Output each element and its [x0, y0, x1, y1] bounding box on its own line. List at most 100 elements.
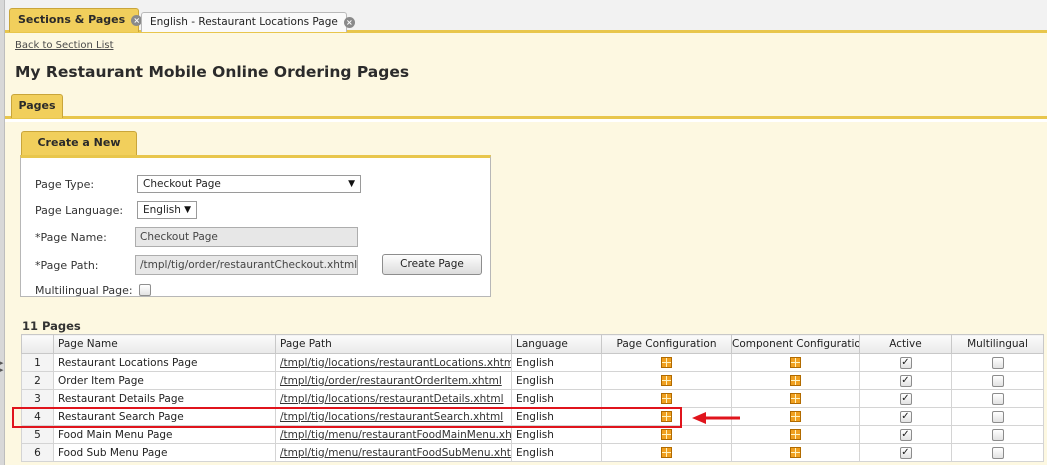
col-header-page-name[interactable]: Page Name — [53, 334, 276, 354]
component-config-icon[interactable] — [790, 357, 801, 368]
component-config-icon[interactable] — [790, 375, 801, 386]
col-header-page-path[interactable]: Page Path — [275, 334, 512, 354]
multilingual-checkbox[interactable] — [991, 410, 1004, 423]
pages-count: 11 Pages — [22, 319, 81, 333]
page-type-label: Page Type: — [35, 178, 95, 191]
active-cell: ✓ — [859, 389, 952, 408]
language-cell: English — [511, 371, 602, 390]
col-header-language[interactable]: Language — [511, 334, 602, 354]
create-page-button[interactable]: Create Page — [382, 254, 482, 275]
table-row[interactable]: 6 Food Sub Menu Page/tmpl/tig/menu/restau… — [21, 443, 1044, 462]
active-checkbox[interactable]: ✓ — [899, 374, 912, 387]
page-path-link[interactable]: /tmpl/tig/locations/restaurantDetails.xh… — [275, 389, 512, 408]
component-configuration-cell — [731, 443, 860, 462]
col-header-number — [21, 334, 54, 354]
page-path-link[interactable]: /tmpl/tig/order/restaurantOrderItem.xhtm… — [275, 371, 512, 390]
component-config-icon[interactable] — [790, 429, 801, 440]
multilingual-checkbox[interactable] — [991, 428, 1004, 441]
page-type-value: Checkout Page — [143, 178, 221, 190]
table-row[interactable]: 3 Restaurant Details Page/tmpl/tig/locati… — [21, 389, 1044, 408]
top-tab-bar: Sections & Pages × English - Restaurant L… — [5, 0, 1047, 33]
red-arrow-icon — [692, 412, 740, 424]
language-cell: English — [511, 425, 602, 444]
page-name-field[interactable]: Checkout Page — [135, 227, 358, 247]
page-language-value: English — [143, 204, 181, 216]
page-path-field[interactable]: /tmpl/tig/order/restaurantCheckout.xhtml — [135, 255, 358, 275]
page-configuration-cell — [601, 425, 732, 444]
component-config-icon[interactable] — [790, 411, 801, 422]
language-cell: English — [511, 353, 602, 372]
component-configuration-cell — [731, 407, 860, 426]
page-type-select[interactable]: Checkout Page ▼ — [137, 175, 361, 193]
page-config-icon[interactable] — [661, 447, 672, 458]
multilingual-cell — [951, 371, 1044, 390]
active-cell: ✓ — [859, 353, 952, 372]
component-config-icon[interactable] — [790, 393, 801, 404]
multilingual-page-checkbox[interactable] — [139, 284, 151, 296]
page-configuration-cell — [601, 389, 732, 408]
page-path-link[interactable]: /tmpl/tig/locations/restaurantLocations.… — [275, 353, 512, 372]
row-number: 5 — [21, 425, 54, 444]
multilingual-page-label: Multilingual Page: — [35, 284, 133, 297]
page-path-link[interactable]: /tmpl/tig/menu/restaurantFoodSubMenu.xht… — [275, 443, 512, 462]
page-name-cell: Food Main Menu Page — [53, 425, 276, 444]
col-header-multilingual[interactable]: Multilingual — [951, 334, 1044, 354]
page-path-label: *Page Path: — [35, 259, 99, 272]
row-number: 1 — [21, 353, 54, 372]
active-checkbox[interactable]: ✓ — [899, 428, 912, 441]
component-config-icon[interactable] — [790, 447, 801, 458]
tab-sections-pages[interactable]: Sections & Pages × — [9, 8, 143, 32]
active-cell: ✓ — [859, 443, 952, 462]
page-path-link[interactable]: /tmpl/tig/menu/restaurantFoodMainMenu.xh… — [275, 425, 512, 444]
active-checkbox[interactable]: ✓ — [899, 410, 912, 423]
page-name-cell: Restaurant Locations Page — [53, 353, 276, 372]
page-language-select[interactable]: English ▼ — [137, 201, 197, 219]
component-configuration-cell — [731, 353, 860, 372]
multilingual-checkbox[interactable] — [991, 392, 1004, 405]
page-name-cell: Restaurant Details Page — [53, 389, 276, 408]
tab-create-new-page[interactable]: Create a New Page — [21, 131, 137, 171]
multilingual-checkbox[interactable] — [991, 446, 1004, 459]
pages-tab-strip: Pages — [5, 94, 1047, 119]
page-config-icon[interactable] — [661, 429, 672, 440]
multilingual-cell — [951, 443, 1044, 462]
col-header-active[interactable]: Active — [859, 334, 952, 354]
page-config-icon[interactable] — [661, 357, 672, 368]
multilingual-cell — [951, 389, 1044, 408]
pages-table: Page Name Page Path Language Page Config… — [21, 334, 1044, 462]
multilingual-checkbox[interactable] — [991, 356, 1004, 369]
page-config-icon[interactable] — [661, 393, 672, 404]
col-header-page-configuration[interactable]: Page Configuration — [601, 334, 732, 354]
table-row[interactable]: 2 Order Item Page/tmpl/tig/order/restaura… — [21, 371, 1044, 390]
caret-down-icon: ▼ — [348, 179, 355, 189]
language-cell: English — [511, 389, 602, 408]
page-configuration-cell — [601, 371, 732, 390]
create-page-panel: Page Type: Checkout Page ▼ Page Language… — [20, 155, 491, 297]
close-icon[interactable]: × — [343, 16, 355, 28]
tab-restaurant-locations-page[interactable]: English - Restaurant Locations Page × — [141, 12, 355, 32]
col-header-component-configuration[interactable]: Component Configuration — [731, 334, 860, 354]
back-to-section-list-link[interactable]: Back to Section List — [15, 40, 114, 51]
active-cell: ✓ — [859, 371, 952, 390]
app-root: ▸ ▸ Sections & Pages × English - Restauran… — [0, 0, 1047, 465]
row-number: 3 — [21, 389, 54, 408]
active-checkbox[interactable]: ✓ — [899, 356, 912, 369]
caret-down-icon: ▼ — [184, 205, 191, 215]
language-cell: English — [511, 443, 602, 462]
active-checkbox[interactable]: ✓ — [899, 446, 912, 459]
active-checkbox[interactable]: ✓ — [899, 392, 912, 405]
component-configuration-cell — [731, 425, 860, 444]
component-configuration-cell — [731, 371, 860, 390]
multilingual-checkbox[interactable] — [991, 374, 1004, 387]
table-row[interactable]: 5 Food Main Menu Page/tmpl/tig/menu/resta… — [21, 425, 1044, 444]
multilingual-cell — [951, 353, 1044, 372]
page-name-cell: Food Sub Menu Page — [53, 443, 276, 462]
tab-restaurant-locations-label: English - Restaurant Locations Page — [150, 16, 338, 28]
table-header-row: Page Name Page Path Language Page Config… — [21, 334, 1044, 354]
table-row[interactable]: 1 Restaurant Locations Page/tmpl/tig/loca… — [21, 353, 1044, 372]
page-config-icon[interactable] — [661, 375, 672, 386]
tab-pages[interactable]: Pages — [11, 94, 63, 118]
active-cell: ✓ — [859, 425, 952, 444]
multilingual-cell — [951, 407, 1044, 426]
page-configuration-cell — [601, 353, 732, 372]
